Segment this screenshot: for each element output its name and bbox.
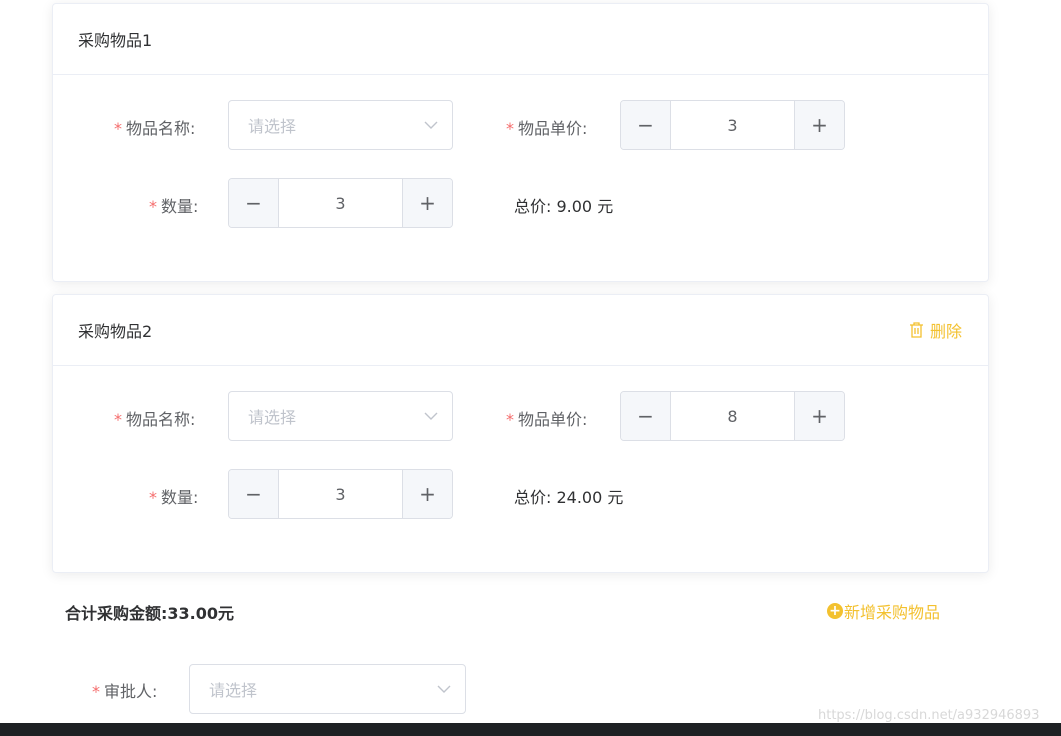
item-name-select[interactable]: 请选择 (228, 391, 453, 441)
add-item-label: 新增采购物品 (844, 603, 941, 622)
item-name-select[interactable]: 请选择 (228, 100, 453, 150)
add-item-button[interactable]: + 新增采购物品 (827, 599, 940, 623)
required-mark: * (149, 197, 157, 216)
required-mark: * (114, 410, 122, 429)
stepper-value[interactable]: 8 (671, 392, 794, 440)
required-mark: * (114, 119, 122, 138)
stepper-value[interactable]: 3 (279, 179, 402, 227)
item-price-stepper[interactable]: − 3 + (620, 100, 845, 150)
card-header: 采购物品1 (53, 4, 988, 75)
decrease-button[interactable]: − (229, 179, 279, 227)
item-price-label: * 物品单价: (506, 410, 588, 429)
grand-total: 合计采购金额:33.00元 (65, 604, 235, 623)
quantity-stepper[interactable]: − 3 + (228, 469, 453, 519)
chevron-down-icon (424, 121, 438, 129)
chevron-down-icon (437, 685, 451, 693)
plus-circle-icon: + (827, 603, 843, 619)
select-placeholder: 请选择 (209, 681, 258, 700)
trash-icon (909, 322, 923, 338)
watermark: https://blog.csdn.net/a932946893 (818, 708, 1040, 723)
item-price-stepper[interactable]: − 8 + (620, 391, 845, 441)
item-total-price: 总价: 24.00 元 (514, 488, 624, 507)
select-placeholder: 请选择 (248, 408, 297, 427)
item-price-label: * 物品单价: (506, 119, 588, 138)
increase-button[interactable]: + (794, 392, 844, 440)
delete-label: 删除 (929, 322, 962, 341)
decrease-button[interactable]: − (229, 470, 279, 518)
card-title: 采购物品2 (78, 322, 153, 341)
purchase-item-card-1: 采购物品1 * 物品名称: 请选择 * 物品单价: − 3 + * 数量: − 3 +… (52, 3, 989, 282)
increase-button[interactable]: + (794, 101, 844, 149)
quantity-label: * 数量: (149, 197, 199, 216)
item-name-label: * 物品名称: (114, 119, 196, 138)
required-mark: * (149, 488, 157, 507)
increase-button[interactable]: + (402, 179, 452, 227)
stepper-value[interactable]: 3 (279, 470, 402, 518)
card-body: * 物品名称: 请选择 * 物品单价: − 3 + * 数量: − 3 + 总价: 9… (53, 75, 988, 281)
select-placeholder: 请选择 (248, 117, 297, 136)
chevron-down-icon (424, 412, 438, 420)
quantity-label: * 数量: (149, 488, 199, 507)
required-mark: * (506, 410, 514, 429)
decrease-button[interactable]: − (621, 101, 671, 149)
item-name-label: * 物品名称: (114, 410, 196, 429)
os-taskbar (0, 723, 1061, 736)
stepper-value[interactable]: 3 (671, 101, 794, 149)
purchase-item-card-2: 采购物品2 删除 * 物品名称: 请选择 * 物品单价: − 8 + * 数量: − … (52, 294, 989, 573)
card-header: 采购物品2 删除 (53, 295, 988, 366)
card-body: * 物品名称: 请选择 * 物品单价: − 8 + * 数量: − 3 + 总价: 2… (53, 366, 988, 572)
delete-button[interactable]: 删除 (909, 318, 962, 342)
required-mark: * (506, 119, 514, 138)
required-mark: * (92, 682, 100, 701)
increase-button[interactable]: + (402, 470, 452, 518)
approver-select[interactable]: 请选择 (189, 664, 466, 714)
quantity-stepper[interactable]: − 3 + (228, 178, 453, 228)
card-title: 采购物品1 (78, 31, 153, 50)
item-total-price: 总价: 9.00 元 (514, 197, 614, 216)
decrease-button[interactable]: − (621, 392, 671, 440)
approver-label: * 审批人: (92, 682, 158, 701)
